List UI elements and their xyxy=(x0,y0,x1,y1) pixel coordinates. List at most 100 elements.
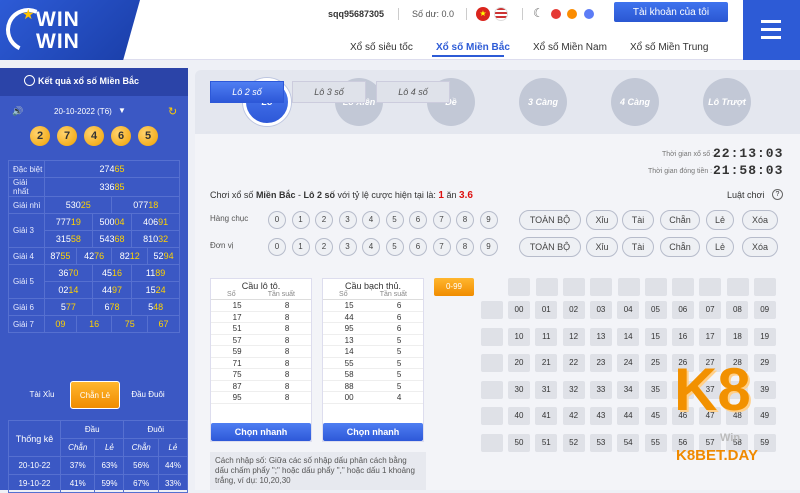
menu-icon[interactable] xyxy=(743,0,800,60)
list-item[interactable]: 87 8 xyxy=(211,381,311,392)
number-cell[interactable]: 02 xyxy=(562,301,585,319)
result-date[interactable]: 20-10-2022 (T6) xyxy=(54,107,112,116)
tens-digit-5[interactable]: 5 xyxy=(385,211,404,229)
vietnam-flag-icon[interactable]: ★ xyxy=(476,7,490,21)
units-digit-2[interactable]: 2 xyxy=(315,238,333,256)
number-cell[interactable]: 11 xyxy=(535,327,558,346)
list-item[interactable]: 88 5 xyxy=(323,381,423,392)
number-cell[interactable]: 04 xyxy=(617,301,640,319)
number-cell[interactable]: 14 xyxy=(617,327,640,346)
units-digit-6[interactable]: 6 xyxy=(409,238,427,256)
number-cell[interactable]: 20 xyxy=(508,354,530,372)
number-cell[interactable]: 31 xyxy=(535,380,558,399)
subtab-lo-4-so[interactable]: Lô 4 số xyxy=(376,81,450,103)
list-item[interactable]: 00 4 xyxy=(323,392,423,404)
tens-digit-0[interactable]: 0 xyxy=(268,211,286,229)
quick-pick-lo-to-button[interactable]: Chọn nhanh xyxy=(211,423,311,441)
number-cell[interactable]: 40 xyxy=(508,407,530,425)
tens-quick-button[interactable]: Chẵn xyxy=(660,210,700,230)
units-quick-button[interactable]: Xỉu xyxy=(586,237,618,257)
tens-digit-2[interactable]: 2 xyxy=(315,211,333,229)
tens-quick-button[interactable]: Xóa xyxy=(742,210,778,230)
list-item[interactable]: 59 8 xyxy=(211,346,311,358)
list-item[interactable]: 15 6 xyxy=(323,300,423,312)
units-quick-button[interactable]: Chẵn xyxy=(660,237,700,257)
nav-mien-trung[interactable]: Xổ số Miền Trung xyxy=(630,42,708,53)
manual-input-area[interactable]: Cách nhập số: Giữa các số nhập dấu phân … xyxy=(210,452,426,490)
tens-quick-button[interactable]: TOÀN BỘ xyxy=(519,210,581,230)
help-icon[interactable]: ? xyxy=(772,189,783,200)
nav-sieu-toc[interactable]: Xổ số siêu tốc xyxy=(350,42,413,53)
theme-blue-icon[interactable] xyxy=(584,9,594,19)
number-cell[interactable]: 34 xyxy=(617,380,640,399)
number-cell[interactable]: 35 xyxy=(644,380,667,399)
nav-mien-bac[interactable]: Xổ số Miền Bắc xyxy=(436,42,510,53)
number-cell[interactable]: 23 xyxy=(589,354,612,372)
units-digit-3[interactable]: 3 xyxy=(338,238,357,256)
number-cell[interactable]: 18 xyxy=(726,327,749,346)
bet-type-lo-truot[interactable]: Lô Trượt xyxy=(703,78,751,126)
number-cell[interactable]: 17 xyxy=(699,327,722,346)
number-cell[interactable]: 10 xyxy=(508,327,530,346)
theme-red-icon[interactable] xyxy=(551,9,561,19)
chevron-down-icon[interactable]: ▼ xyxy=(118,106,126,115)
number-cell[interactable]: 12 xyxy=(562,327,585,346)
number-cell[interactable]: 09 xyxy=(753,301,776,319)
tab-tai-xiu[interactable]: Tài Xỉu xyxy=(18,381,66,409)
tab-dau-duoi[interactable]: Đầu Đuôi xyxy=(124,381,172,409)
list-item[interactable]: 55 5 xyxy=(323,358,423,369)
tens-digit-9[interactable]: 9 xyxy=(479,211,498,229)
number-cell[interactable]: 00 xyxy=(508,301,530,319)
nav-mien-nam[interactable]: Xổ số Miền Nam xyxy=(533,42,607,53)
us-flag-icon[interactable] xyxy=(494,7,508,21)
subtab-lo-3-so[interactable]: Lô 3 số xyxy=(292,81,366,103)
units-quick-button[interactable]: TOÀN BỘ xyxy=(519,237,581,257)
number-cell[interactable]: 43 xyxy=(589,407,612,425)
speaker-icon[interactable]: 🔊 xyxy=(12,106,23,117)
rules-link[interactable]: Luật chơi xyxy=(727,190,764,200)
number-cell[interactable]: 03 xyxy=(589,301,612,319)
tens-digit-8[interactable]: 8 xyxy=(456,211,474,229)
tens-digit-3[interactable]: 3 xyxy=(338,211,357,229)
number-cell[interactable]: 44 xyxy=(617,407,640,425)
units-quick-button[interactable]: Tài xyxy=(622,237,654,257)
my-account-button[interactable]: Tài khoản của tôi xyxy=(614,2,728,22)
list-item[interactable]: 95 8 xyxy=(211,392,311,404)
number-cell[interactable]: 13 xyxy=(589,327,612,346)
units-digit-9[interactable]: 9 xyxy=(479,238,498,256)
tens-quick-button[interactable]: Xỉu xyxy=(586,210,618,230)
site-logo[interactable]: ★ WIN WIN xyxy=(0,0,140,60)
tens-digit-1[interactable]: 1 xyxy=(291,211,310,229)
number-cell[interactable]: 22 xyxy=(562,354,585,372)
number-cell[interactable]: 07 xyxy=(699,301,722,319)
number-cell[interactable]: 16 xyxy=(671,327,694,346)
list-item[interactable]: 58 5 xyxy=(323,369,423,381)
list-item[interactable]: 95 6 xyxy=(323,323,423,335)
number-cell[interactable]: 54 xyxy=(617,433,640,452)
list-item[interactable]: 57 8 xyxy=(211,335,311,346)
bet-type-4-cang[interactable]: 4 Càng xyxy=(611,78,659,126)
tens-digit-6[interactable]: 6 xyxy=(409,211,427,229)
number-cell[interactable]: 33 xyxy=(589,380,612,399)
number-cell[interactable]: 01 xyxy=(535,301,558,319)
number-cell[interactable]: 51 xyxy=(535,433,558,452)
number-cell[interactable]: 19 xyxy=(753,327,776,346)
range-0-99-button[interactable]: 0-99 xyxy=(434,278,474,296)
bet-type-3-cang[interactable]: 3 Càng xyxy=(519,78,567,126)
units-quick-button[interactable]: Lẻ xyxy=(706,237,734,257)
units-digit-5[interactable]: 5 xyxy=(385,238,404,256)
list-item[interactable]: 51 8 xyxy=(211,323,311,335)
tens-quick-button[interactable]: Lẻ xyxy=(706,210,734,230)
list-item[interactable]: 71 8 xyxy=(211,358,311,369)
number-cell[interactable]: 42 xyxy=(562,407,585,425)
units-digit-7[interactable]: 7 xyxy=(432,238,451,256)
number-cell[interactable]: 45 xyxy=(644,407,667,425)
number-cell[interactable]: 41 xyxy=(535,407,558,425)
tens-digit-4[interactable]: 4 xyxy=(362,211,380,229)
number-cell[interactable]: 25 xyxy=(644,354,667,372)
list-item[interactable]: 15 8 xyxy=(211,300,311,312)
tab-chan-le[interactable]: Chẵn Lẻ xyxy=(70,381,120,409)
number-cell[interactable]: 15 xyxy=(644,327,667,346)
number-cell[interactable]: 08 xyxy=(726,301,749,319)
list-item[interactable]: 13 5 xyxy=(323,335,423,346)
